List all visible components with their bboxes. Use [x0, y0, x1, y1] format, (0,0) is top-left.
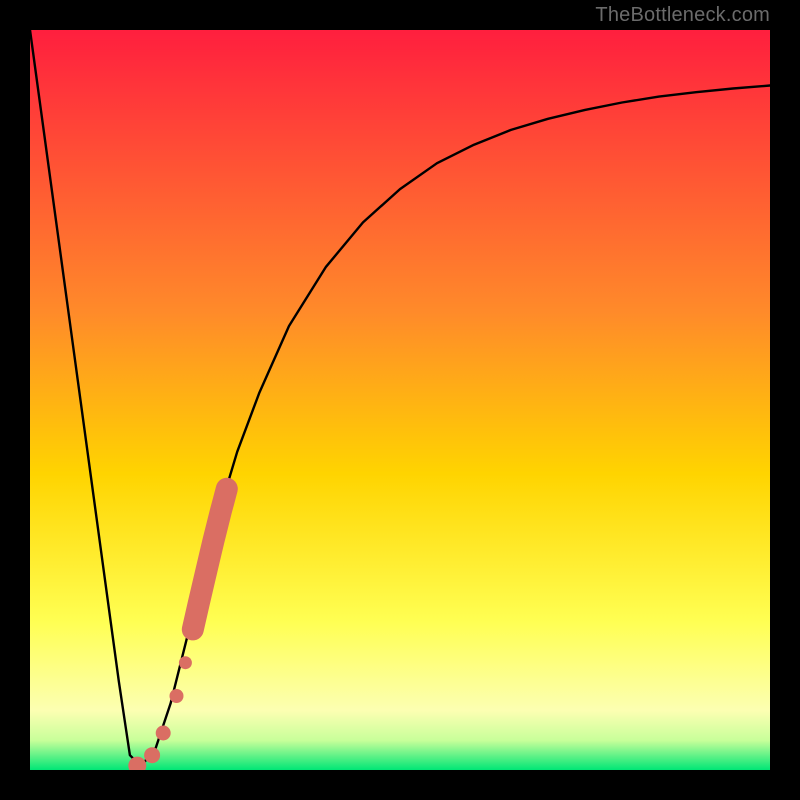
- marker-dot: [170, 689, 184, 703]
- gradient-background: [30, 30, 770, 770]
- marker-dot: [144, 747, 160, 763]
- marker-dot: [179, 656, 192, 669]
- bottleneck-plot: [30, 30, 770, 770]
- marker-dot: [156, 726, 171, 741]
- plot-svg: [30, 30, 770, 770]
- watermark-text: TheBottleneck.com: [595, 4, 770, 27]
- chart-frame: TheBottleneck.com: [0, 0, 800, 800]
